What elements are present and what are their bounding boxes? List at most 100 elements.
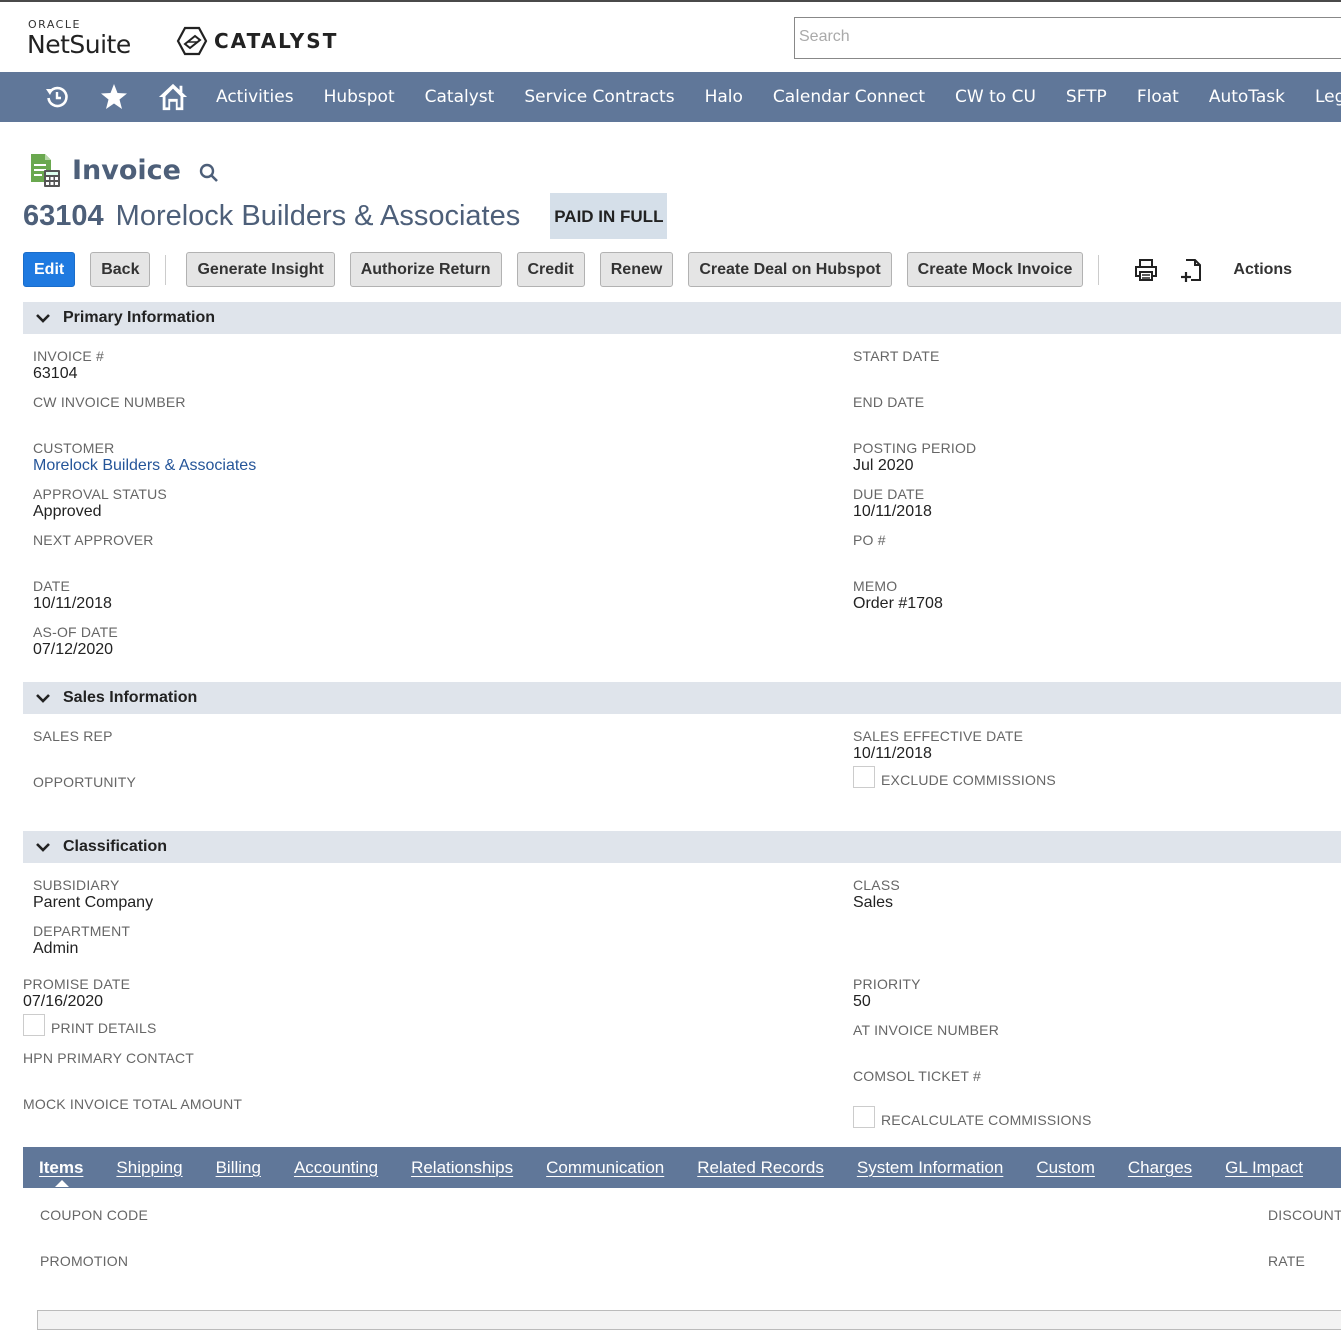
actions-menu[interactable]: Actions [1233,261,1292,279]
authorize-return-button[interactable]: Authorize Return [349,252,502,287]
checkbox-label: RECALCULATE COMMISSIONS [881,1112,1092,1128]
field-customer: CUSTOMER Morelock Builders & Associates [33,440,256,475]
field-po-number: PO # [853,532,886,548]
field-label: CUSTOMER [33,440,115,456]
field-next-approver: NEXT APPROVER [33,532,154,548]
netsuite-logo[interactable]: NetSuite [27,30,131,59]
nav-item-hubspot[interactable]: Hubspot [324,87,395,107]
field-promotion: PROMOTION [40,1253,128,1269]
tab-items[interactable]: Items [39,1158,83,1187]
field-class: CLASS Sales [853,877,900,912]
home-icon[interactable] [158,82,188,112]
edit-button[interactable]: Edit [23,252,76,287]
tab-relationships[interactable]: Relationships [411,1158,513,1178]
tab-billing[interactable]: Billing [216,1158,261,1178]
field-approval-status: APPROVAL STATUS Approved [33,486,167,521]
exclude-commissions-checkbox[interactable] [853,766,875,788]
field-department: DEPARTMENT Admin [33,923,130,958]
field-label: SUBSIDIARY [33,877,120,893]
tab-system-information[interactable]: System Information [857,1158,1003,1178]
create-mock-invoice-button[interactable]: Create Mock Invoice [906,252,1084,287]
recalculate-commissions-checkbox[interactable] [853,1106,875,1128]
field-rate: RATE [1268,1253,1305,1269]
field-label: HPN PRIMARY CONTACT [23,1050,195,1066]
field-start-date: START DATE [853,348,940,364]
field-label: START DATE [853,348,940,364]
field-label: AT INVOICE NUMBER [853,1022,1000,1038]
generate-insight-button[interactable]: Generate Insight [186,252,335,287]
field-label: PROMOTION [40,1253,129,1269]
customer-link[interactable]: Morelock Builders & Associates [33,457,256,475]
section-header-primary-information[interactable]: Primary Information [23,302,1341,334]
credit-button[interactable]: Credit [516,252,585,287]
main-navbar: Activities Hubspot Catalyst Service Cont… [0,72,1341,122]
page-title-row: Invoice [28,152,219,188]
field-label: PROMISE DATE [23,976,131,992]
tab-accounting[interactable]: Accounting [294,1158,378,1178]
field-value: Sales [853,894,894,911]
field-print-details: PRINT DETAILS [23,1014,157,1036]
nav-item-sftp[interactable]: SFTP [1066,87,1107,107]
button-toolbar: Edit Back Generate Insight Authorize Ret… [23,252,1292,287]
field-label: PO # [853,532,886,548]
nav-item-catalyst[interactable]: Catalyst [425,87,495,107]
tab-shipping[interactable]: Shipping [116,1158,182,1178]
favorites-star-icon[interactable] [100,82,128,112]
items-sublist-box [37,1310,1341,1330]
catalyst-logo-icon [176,26,208,56]
field-mock-invoice-total-amount: MOCK INVOICE TOTAL AMOUNT [23,1096,242,1112]
tab-communication[interactable]: Communication [546,1158,664,1178]
checkbox-label: PRINT DETAILS [51,1020,157,1036]
field-invoice-number: INVOICE # 63104 [33,348,104,383]
field-value: Parent Company [33,894,154,911]
back-button[interactable]: Back [90,252,151,287]
search-icon[interactable] [199,163,219,183]
field-priority: PRIORITY 50 [853,976,921,1011]
nav-item-cw-to-cu[interactable]: CW to CU [955,87,1036,107]
field-label: POSTING PERIOD [853,440,977,456]
field-label: COUPON CODE [40,1207,148,1223]
print-icon[interactable] [1133,257,1159,283]
field-date: DATE 10/11/2018 [33,578,112,613]
field-value: 07/12/2020 [33,641,114,658]
renew-button[interactable]: Renew [599,252,674,287]
nav-item-service-contracts[interactable]: Service Contracts [524,87,674,107]
field-label: DATE [33,578,71,594]
field-posting-period: POSTING PERIOD Jul 2020 [853,440,976,475]
field-label: INVOICE # [33,348,105,364]
field-value: 50 [853,993,871,1010]
field-due-date: DUE DATE 10/11/2018 [853,486,932,521]
field-cw-invoice-number: CW INVOICE NUMBER [33,394,186,410]
tab-charges[interactable]: Charges [1128,1158,1192,1178]
nav-item-activities[interactable]: Activities [216,87,294,107]
field-label: PRIORITY [853,976,921,992]
new-document-icon[interactable] [1179,257,1205,283]
nav-item-calendar-connect[interactable]: Calendar Connect [773,87,925,107]
global-search-input[interactable]: Search [794,17,1341,59]
catalyst-logo-text: CATALYST [214,29,339,53]
record-name: Morelock Builders & Associates [115,199,521,232]
field-hpn-primary-contact: HPN PRIMARY CONTACT [23,1050,194,1066]
field-value: Admin [33,940,79,957]
subtab-bar: Items Shipping Billing Accounting Relati… [23,1147,1341,1188]
nav-item-float[interactable]: Float [1137,87,1179,107]
field-sales-effective-date: SALES EFFECTIVE DATE 10/11/2018 [853,728,1023,763]
section-header-classification[interactable]: Classification [23,831,1341,863]
tab-related-records[interactable]: Related Records [697,1158,824,1178]
nav-item-halo[interactable]: Halo [705,87,743,107]
section-header-sales-information[interactable]: Sales Information [23,682,1341,714]
nav-item-leg[interactable]: Leg [1315,87,1341,107]
tab-custom[interactable]: Custom [1036,1158,1095,1178]
field-label: COMSOL TICKET # [853,1068,981,1084]
field-label: RATE [1268,1253,1306,1269]
toolbar-divider [165,254,167,285]
print-details-checkbox[interactable] [23,1014,45,1036]
field-value: 10/11/2018 [853,503,932,520]
field-label: MEMO [853,578,898,594]
recent-records-icon[interactable] [44,82,70,112]
field-label: MOCK INVOICE TOTAL AMOUNT [23,1096,243,1112]
tab-gl-impact[interactable]: GL Impact [1225,1158,1303,1178]
field-value: 10/11/2018 [853,745,932,762]
create-deal-hubspot-button[interactable]: Create Deal on Hubspot [688,252,892,287]
nav-item-autotask[interactable]: AutoTask [1209,87,1285,107]
